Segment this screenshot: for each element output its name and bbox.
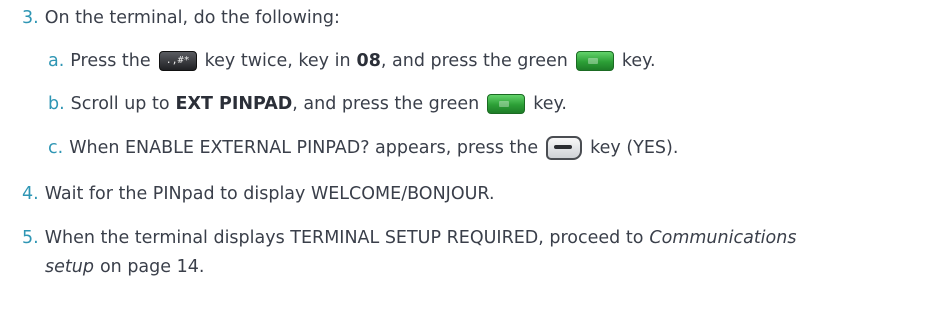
- step-5-continued: setup on page 14.: [45, 255, 204, 279]
- step-4: 4. Wait for the PINpad to display WELCOM…: [22, 182, 495, 206]
- step-3-number: 3.: [22, 8, 39, 28]
- step-3a-text-3: , and press the green: [380, 51, 568, 71]
- step-5: 5. When the terminal displays TERMINAL S…: [22, 226, 796, 250]
- step-4-text: Wait for the PINpad to display WELCOME/B…: [44, 184, 495, 204]
- yes-key-icon: [546, 136, 583, 160]
- step-3b-text-1: Scroll up to: [70, 94, 170, 114]
- step-3-text: On the terminal, do the following:: [44, 8, 340, 28]
- step-3a: a. Press the .,#* key twice, key in 08 ,…: [48, 49, 656, 73]
- hash-key-icon: .,#*: [158, 51, 197, 71]
- step-3a-label: a.: [48, 51, 65, 71]
- step-3b-keyword: EXT PINPAD: [175, 94, 293, 114]
- step-3a-text-2: key twice, key in: [204, 51, 351, 71]
- step-3a-text-1: Press the: [70, 51, 151, 71]
- step-3b-label: b.: [48, 94, 65, 114]
- step-3: 3. On the terminal, do the following:: [22, 6, 340, 30]
- step-3a-text-4: key.: [621, 51, 656, 71]
- setup-link-text: setup: [45, 257, 94, 277]
- step-3c: c. When ENABLE EXTERNAL PINPAD? appears,…: [48, 136, 678, 160]
- step-3b-text-2: , and press the green: [292, 94, 480, 114]
- step-5-text-2: on page 14.: [99, 257, 205, 277]
- step-4-number: 4.: [22, 184, 39, 204]
- communications-link-text: Communications: [649, 228, 797, 248]
- green-key-icon: [575, 51, 614, 71]
- step-5-number: 5.: [22, 228, 39, 248]
- step-3b-text-3: key.: [533, 94, 567, 114]
- step-3c-label: c.: [48, 138, 64, 158]
- green-key-icon: [487, 94, 526, 114]
- step-3b: b. Scroll up to EXT PINPAD , and press t…: [48, 92, 567, 116]
- instruction-document: 3. On the terminal, do the following: a.…: [0, 0, 947, 319]
- step-5-text-1: When the terminal displays TERMINAL SETU…: [44, 228, 644, 248]
- step-3c-text-1: When ENABLE EXTERNAL PINPAD? appears, pr…: [69, 138, 539, 158]
- step-3a-code: 08: [356, 51, 381, 71]
- step-3c-text-2: key (YES).: [590, 138, 679, 158]
